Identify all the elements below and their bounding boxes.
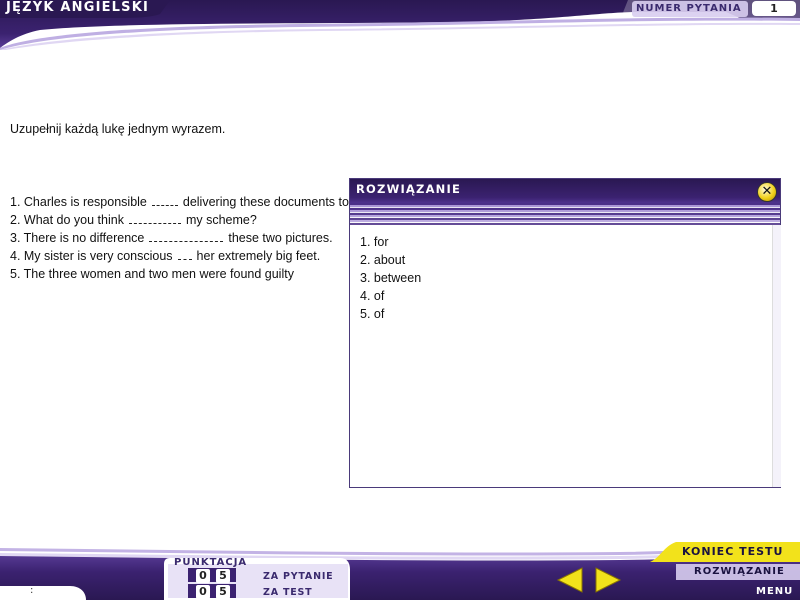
exercise-text: delivering these documents to the office…	[182, 195, 350, 209]
solution-popup: Rozwiązanie ✕ 1. for 2. about 3. between…	[349, 178, 781, 488]
exercise-line-1: 1. Charles is responsible delivering thes…	[10, 193, 350, 211]
exercise-line-3: 3. There is no difference these two pictu…	[10, 229, 350, 247]
answer-item: 3. between	[360, 271, 422, 285]
previous-arrow-icon[interactable]	[556, 566, 584, 594]
per-test-label: za test	[263, 587, 313, 598]
exercise-line-4: 4. My sister is very conscious her extrem…	[10, 247, 350, 265]
exercise-text: 1. Charles is responsible	[10, 195, 147, 209]
test-score-earned: 0	[196, 585, 210, 599]
answer-list: 1. for 2. about 3. between 4. of 5. of	[360, 233, 421, 323]
exercise-text: my scheme?	[185, 213, 257, 227]
exercise-text: her extremely big feet.	[196, 249, 321, 263]
question-score-earned: 0	[196, 569, 210, 583]
answer-item: 4. of	[360, 289, 385, 303]
solution-button[interactable]: Rozwiązanie	[694, 566, 785, 577]
per-question-label: za pytanie	[263, 571, 334, 582]
exercise-text: 4. My sister is very conscious	[10, 249, 173, 263]
exercise-line-2: 2. What do you think my scheme?	[10, 211, 350, 229]
answer-item: 2. about	[360, 253, 406, 267]
instruction-text: Uzupełnij każdą lukę jednym wyrazem.	[10, 122, 226, 136]
score-label: Punktacja	[174, 557, 248, 568]
answer-item: 5. of	[360, 307, 385, 321]
question-score-max: 5	[216, 569, 230, 583]
next-arrow-icon[interactable]	[594, 566, 622, 594]
question-number: 1	[752, 1, 796, 16]
footer-background	[0, 542, 800, 600]
exercise-text: 2. What do you think	[10, 213, 124, 227]
test-score-max: 5	[216, 585, 230, 599]
answer-item: 1. for	[360, 235, 389, 249]
close-icon[interactable]: ✕	[757, 182, 777, 202]
popup-scrollbar[interactable]	[772, 225, 781, 487]
exercise-text: 5. The three women and two men were foun…	[10, 267, 294, 281]
header-bar: Język angielski Numer pytania 1	[0, 0, 800, 51]
gap-blank[interactable]	[128, 214, 181, 224]
status-text: :	[30, 585, 34, 596]
exercise-list: 1. Charles is responsible delivering thes…	[10, 193, 350, 283]
exercise-line-5: 5. The three women and two men were foun…	[10, 265, 350, 283]
footer-bar: Punktacja 0 5 za pytanie 0 5 za test Kon…	[0, 540, 800, 600]
end-test-button[interactable]: Koniec testu	[682, 545, 783, 558]
popup-header-stripes	[350, 203, 780, 225]
menu-button[interactable]: Menu	[756, 586, 793, 597]
gap-blank[interactable]	[151, 196, 178, 206]
question-number-label: Numer pytania	[636, 3, 742, 14]
gap-blank[interactable]	[177, 250, 192, 260]
exercise-text: these two pictures.	[228, 231, 333, 245]
popup-title: Rozwiązanie	[356, 182, 462, 196]
app-title: Język angielski	[6, 0, 150, 15]
gap-blank[interactable]	[149, 232, 224, 242]
exercise-text: 3. There is no difference	[10, 231, 145, 245]
